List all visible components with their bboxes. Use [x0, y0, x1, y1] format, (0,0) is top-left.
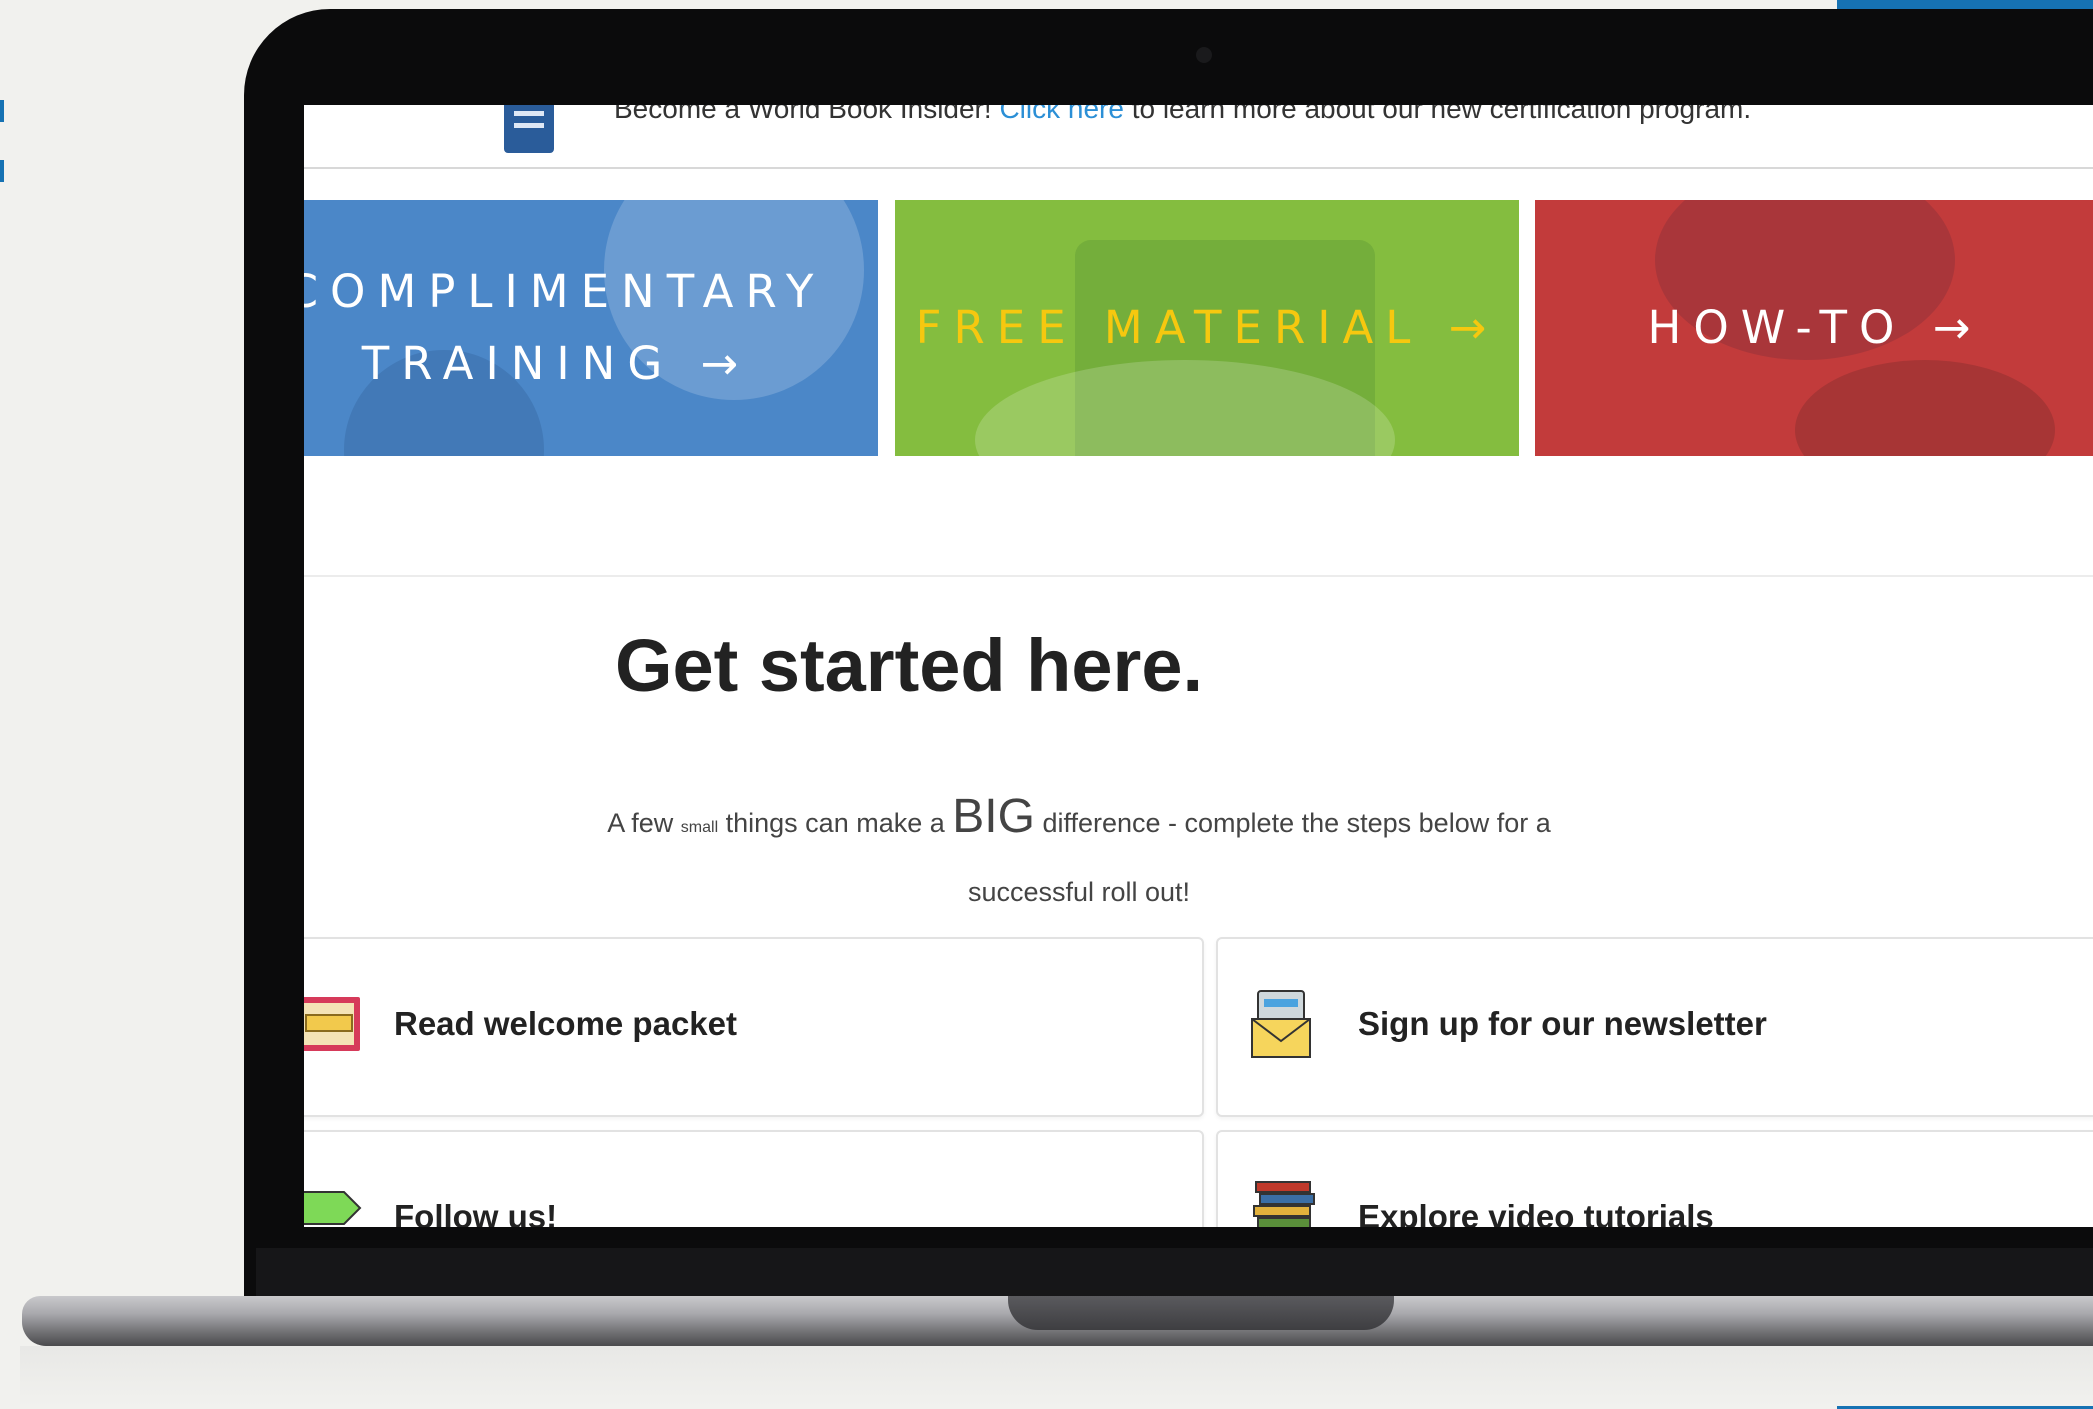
card-newsletter[interactable]: Sign up for our newsletter	[1216, 937, 2093, 1117]
banner-text-end: to learn more about our new certificatio…	[1123, 105, 1752, 124]
insider-banner: Become a World Book Insider! Click here …	[304, 105, 2093, 169]
tile-complimentary-training[interactable]: COMPLIMENTARY TRAINING →	[304, 200, 878, 456]
tile-training-label: COMPLIMENTARY TRAINING →	[304, 256, 825, 400]
card-follow-label: Follow us!	[394, 1198, 558, 1227]
tile-training-line-2: TRAINING →	[361, 337, 751, 390]
subtitle-part-3: difference - complete the steps below fo…	[967, 808, 1551, 907]
photo-overlay-shape	[1795, 360, 2055, 456]
laptop-screen: Become a World Book Insider! Click here …	[304, 105, 2093, 1227]
tile-howto-label: HOW-TO →	[1647, 301, 1983, 354]
laptop-notch	[1008, 1296, 1394, 1330]
subtitle-part-2: things can make a	[718, 808, 953, 838]
section-divider	[304, 575, 2093, 577]
tile-how-to[interactable]: HOW-TO →	[1535, 200, 2093, 456]
edge-accent-left-2	[0, 160, 4, 182]
subtitle-big-word: BIG	[952, 790, 1035, 843]
envelope-icon	[1251, 990, 1311, 1058]
card-video-tutorials[interactable]: Explore video tutorials	[1216, 1130, 2093, 1227]
banner-link[interactable]: Click here	[999, 105, 1123, 124]
book-stack-icon	[1253, 1181, 1315, 1227]
tile-free-material[interactable]: FREE MATERIAL →	[895, 200, 1519, 456]
page-title: Get started here.	[614, 624, 1204, 707]
subtitle-part-1: A few	[607, 808, 681, 838]
webcam	[1196, 47, 1212, 63]
banner-text-start: Become a World Book Insider!	[614, 105, 1000, 124]
document-icon	[504, 105, 554, 153]
card-video-label: Explore video tutorials	[1358, 1198, 1714, 1227]
card-welcome-packet[interactable]: Read welcome packet	[304, 937, 1204, 1117]
laptop-shadow	[20, 1346, 2093, 1406]
card-follow-us[interactable]: Follow us!	[304, 1130, 1204, 1227]
card-welcome-label: Read welcome packet	[394, 1005, 737, 1042]
laptop-chin	[256, 1248, 2093, 1296]
follow-tag-icon	[304, 1191, 362, 1225]
tile-training-line-1: COMPLIMENTARY	[304, 265, 826, 318]
banner-text: Become a World Book Insider! Click here …	[614, 105, 1751, 125]
card-newsletter-label: Sign up for our newsletter	[1358, 1005, 1767, 1042]
edge-accent-left	[0, 100, 4, 122]
tile-material-label: FREE MATERIAL →	[915, 301, 1499, 354]
edge-accent-top	[1837, 0, 2093, 9]
welcome-stamp-icon	[304, 997, 360, 1051]
subtitle-small-word: small	[680, 819, 719, 836]
page-subtitle: A few small things can make a BIG differ…	[574, 785, 1584, 924]
